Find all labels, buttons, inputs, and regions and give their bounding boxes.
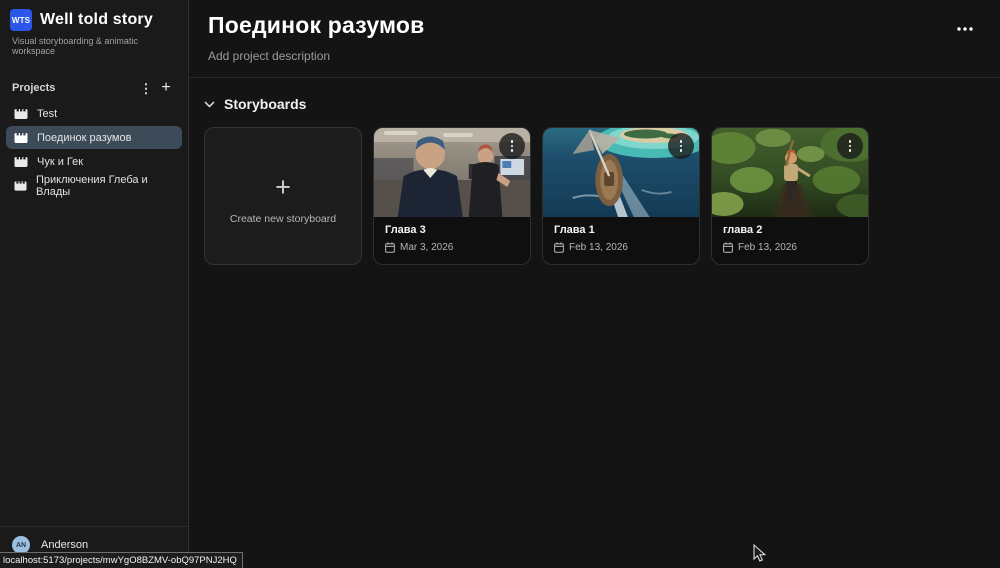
film-icon	[14, 132, 28, 143]
storyboard-card-menu-button[interactable]	[837, 133, 863, 159]
projects-label: Projects	[12, 82, 56, 94]
calendar-icon	[385, 242, 395, 253]
storyboard-date-text: Mar 3, 2026	[400, 242, 454, 253]
storyboard-thumbnail-office-scene	[374, 128, 530, 217]
storyboard-date: Feb 13, 2026	[554, 242, 688, 253]
create-storyboard-label: Create new storyboard	[229, 212, 337, 225]
sidebar-item-priklyucheniya[interactable]: Приключения Глеба и Влады	[6, 173, 182, 198]
film-icon	[14, 180, 27, 191]
calendar-icon	[723, 242, 733, 253]
sidebar: WTS Well told story Visual storyboarding…	[0, 0, 189, 568]
projects-menu-button[interactable]: ⋮	[136, 78, 156, 98]
project-list: Test Поединок разумов Чук и Гек Приключе…	[6, 102, 182, 198]
calendar-icon	[554, 242, 564, 253]
storyboard-card-footer: Глава 1 Feb 13, 2026	[543, 217, 699, 253]
user-menu[interactable]: AN Anderson	[0, 526, 188, 554]
sidebar-item-label: Чук и Гек	[37, 155, 84, 168]
storyboard-thumbnail-sailing-ship-scene	[543, 128, 699, 217]
chevron-down-icon	[204, 101, 215, 107]
storyboard-thumbnail-jungle-scene	[712, 128, 868, 217]
storyboard-card[interactable]: глава 2 Feb 13, 2026	[711, 127, 869, 265]
project-menu-button[interactable]	[954, 18, 976, 37]
sidebar-item-poedinok-razumov[interactable]: Поединок разумов	[6, 126, 182, 149]
storyboard-card-menu-button[interactable]	[668, 133, 694, 159]
add-project-button[interactable]: +	[156, 78, 176, 98]
app-title: Well told story	[40, 11, 153, 28]
plus-icon: +	[161, 79, 171, 96]
statusbar-url: localhost:5173/projects/mwYgO8BZMV-obQ97…	[3, 555, 237, 566]
brand: WTS Well told story Visual storyboarding…	[0, 0, 188, 56]
page-title: Поединок разумов	[208, 12, 425, 38]
projects-header: Projects ⋮ +	[12, 78, 176, 98]
kebab-icon: ⋮	[139, 80, 153, 96]
storyboard-title: Глава 3	[385, 224, 426, 236]
sidebar-item-label: Поединок разумов	[37, 131, 132, 144]
storyboards-section-title: Storyboards	[224, 96, 307, 112]
storyboards-grid: + Create new storyboard Глава 3 Mar 3, 2…	[204, 127, 1000, 265]
kebab-icon	[679, 140, 683, 152]
storyboards-section-toggle[interactable]: Storyboards	[204, 96, 1000, 112]
app-logo: WTS	[10, 9, 32, 31]
storyboard-card-footer: глава 2 Feb 13, 2026	[712, 217, 868, 253]
storyboard-date: Mar 3, 2026	[385, 242, 519, 253]
storyboard-card-footer: Глава 3 Mar 3, 2026	[374, 217, 530, 253]
storyboard-card-menu-button[interactable]	[499, 133, 525, 159]
storyboard-card[interactable]: Глава 3 Mar 3, 2026	[373, 127, 531, 265]
avatar-initials: AN	[15, 541, 27, 549]
app-logo-text: WTS	[11, 15, 31, 25]
link-preview-statusbar: localhost:5173/projects/mwYgO8BZMV-obQ97…	[0, 552, 243, 568]
main-content: Поединок разумов Add project description…	[189, 0, 1000, 568]
project-description-placeholder[interactable]: Add project description	[208, 49, 976, 63]
storyboard-date-text: Feb 13, 2026	[738, 242, 797, 253]
sidebar-item-chuk-i-gek[interactable]: Чук и Гек	[6, 150, 182, 173]
kebab-icon	[510, 140, 514, 152]
user-name: Anderson	[41, 539, 89, 551]
project-header: Поединок разумов Add project description	[189, 0, 1000, 78]
storyboard-title: Глава 1	[554, 224, 595, 236]
storyboard-card[interactable]: Глава 1 Feb 13, 2026	[542, 127, 700, 265]
kebab-icon	[848, 140, 852, 152]
film-icon	[14, 108, 28, 119]
storyboard-date-text: Feb 13, 2026	[569, 242, 628, 253]
sidebar-item-label: Приключения Глеба и Влады	[35, 173, 148, 198]
storyboard-title: глава 2	[723, 224, 763, 236]
ellipsis-icon	[957, 27, 973, 31]
sidebar-item-label: Test	[37, 107, 58, 120]
plus-icon: +	[275, 171, 291, 202]
app-tagline: Visual storyboarding & animatic workspac…	[12, 36, 138, 56]
create-storyboard-card[interactable]: + Create new storyboard	[204, 127, 362, 265]
sidebar-item-test[interactable]: Test	[6, 102, 182, 125]
storyboard-date: Feb 13, 2026	[723, 242, 857, 253]
film-icon	[14, 156, 28, 167]
